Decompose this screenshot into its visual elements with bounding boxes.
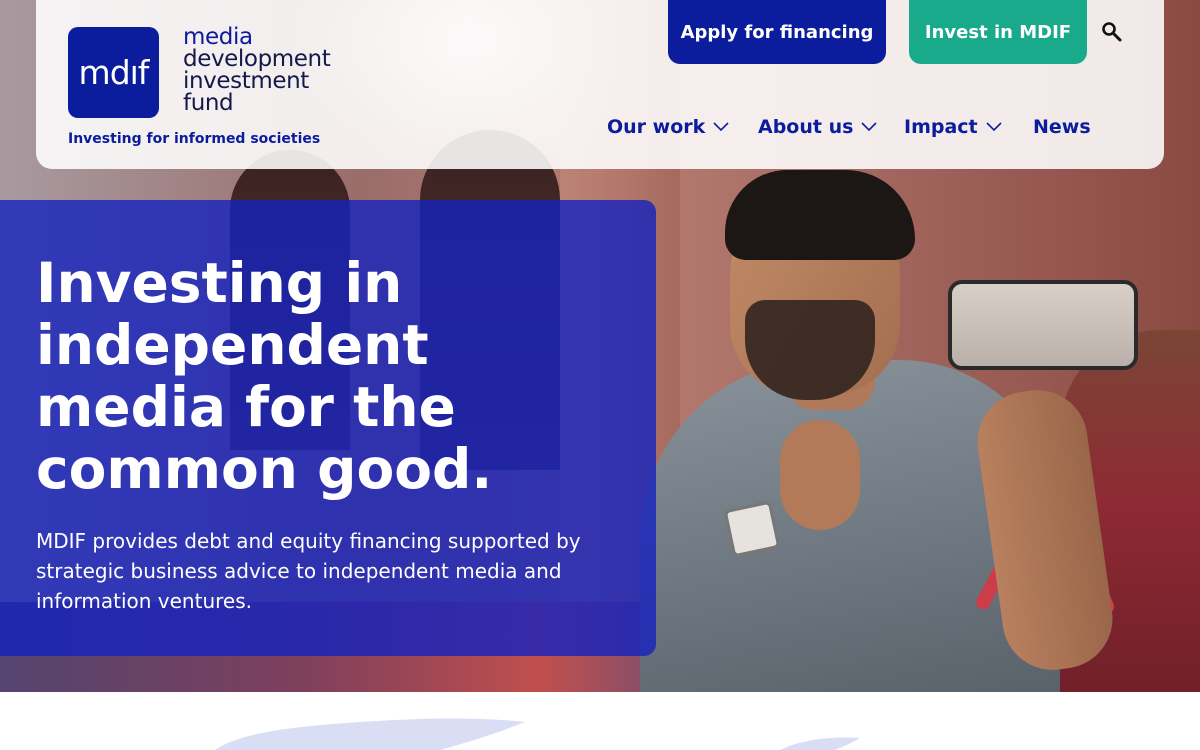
nav-label: Impact <box>904 116 978 138</box>
logo-word-fund: fund <box>183 90 234 116</box>
invest-in-mdif-button[interactable]: Invest in MDIF <box>909 0 1087 64</box>
chevron-down-icon <box>861 122 877 132</box>
logo-word-development: development <box>183 46 331 72</box>
person-hand-shape <box>780 420 860 530</box>
logo-word-investment: investment <box>183 68 309 94</box>
nav-item-about-us[interactable]: About us <box>758 116 877 138</box>
mdif-logo[interactable]: mdıf <box>68 27 159 118</box>
nav-item-impact[interactable]: Impact <box>904 116 1002 138</box>
nav-label: News <box>1033 116 1091 138</box>
world-map-strip <box>0 692 1200 750</box>
chevron-down-icon <box>713 122 729 132</box>
search-icon[interactable] <box>1100 20 1124 44</box>
world-map-icon <box>215 718 860 750</box>
nav-item-news[interactable]: News <box>1033 116 1091 138</box>
hero-description: MDIF provides debt and equity financing … <box>36 529 581 613</box>
nav-label: Our work <box>607 116 706 138</box>
apply-for-financing-button[interactable]: Apply for financing <box>668 0 886 64</box>
nav-label: About us <box>758 116 854 138</box>
logo-word-media: media <box>183 24 253 50</box>
tagline: Investing for informed societies <box>68 131 321 147</box>
logo-wordmark[interactable]: media development investment fund <box>183 24 363 116</box>
wristwatch-shape <box>723 500 781 558</box>
phone-shape <box>948 280 1138 370</box>
chevron-down-icon <box>986 122 1002 132</box>
hero-title: Investing in independent media for the c… <box>36 251 493 501</box>
person-hair-shape <box>725 170 915 260</box>
logo-mark-text: mdıf <box>78 53 150 92</box>
nav-item-our-work[interactable]: Our work <box>607 116 729 138</box>
